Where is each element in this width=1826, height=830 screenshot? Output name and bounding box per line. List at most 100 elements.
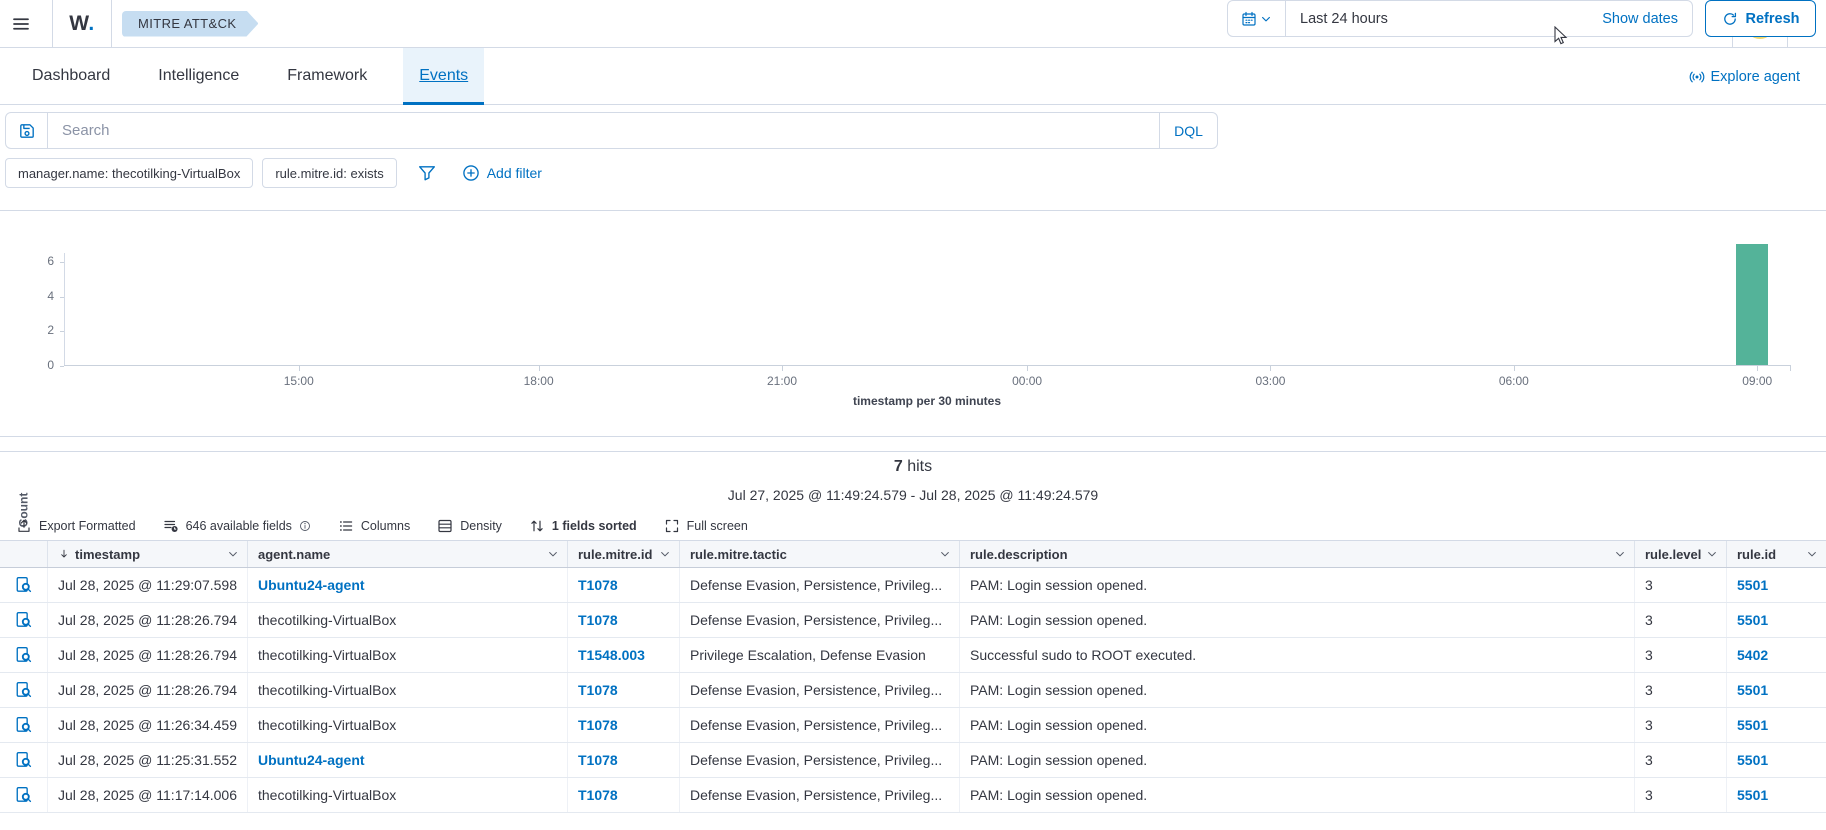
save-query-button[interactable]	[6, 113, 48, 148]
column-actions-button[interactable]	[659, 548, 671, 560]
chevron-down-icon	[1806, 548, 1818, 560]
broadcast-icon	[1689, 69, 1705, 85]
mitre-id-link[interactable]: T1078	[578, 717, 618, 733]
histogram-bar[interactable]	[1736, 244, 1767, 365]
tab-label: Dashboard	[32, 67, 110, 85]
column-actions-button[interactable]	[939, 548, 951, 560]
mitre-id-link[interactable]: T1078	[578, 577, 618, 593]
date-quick-select-button[interactable]	[1228, 1, 1286, 36]
tab-events[interactable]: Events	[403, 48, 484, 104]
x-tick-label: 03:00	[1255, 374, 1285, 388]
y-tick-mark	[60, 366, 64, 367]
tab-label: Framework	[287, 67, 367, 85]
column-header-mitre_id[interactable]: rule.mitre.id	[568, 541, 680, 567]
table-header-row: timestamp agent.name rule.mitre.idrule.mit…	[0, 540, 1826, 568]
inspect-document-button[interactable]	[15, 786, 33, 804]
column-label: agent.name	[258, 547, 330, 562]
y-tick-mark	[60, 331, 64, 332]
wazuh-logo[interactable]: W.	[53, 12, 111, 36]
inspect-icon	[15, 576, 33, 594]
fullscreen-toolbar-button[interactable]: Full screen	[664, 518, 748, 534]
rule-id-link[interactable]: 5501	[1737, 752, 1768, 768]
column-header-tactic[interactable]: rule.mitre.tactic	[680, 541, 960, 567]
cell-rule-id: 5501	[1727, 603, 1826, 637]
rule-id-link[interactable]: 5501	[1737, 612, 1768, 628]
table-row: Jul 28, 2025 @ 11:28:26.794thecotilking-…	[0, 603, 1826, 638]
column-header-description[interactable]: rule.description	[960, 541, 1635, 567]
x-tick-mark	[1757, 366, 1758, 371]
columns-toolbar-button[interactable]: Columns	[338, 518, 410, 534]
divider	[111, 0, 112, 48]
filter-options-button[interactable]	[418, 164, 436, 182]
hamburger-icon	[12, 15, 30, 33]
agent-link[interactable]: Ubuntu24-agent	[258, 577, 365, 593]
info-button[interactable]	[299, 520, 311, 532]
toolbar-label: Density	[460, 519, 502, 533]
mitre-id-link[interactable]: T1078	[578, 787, 618, 803]
panel-divider	[0, 451, 1826, 452]
tab-framework[interactable]: Framework	[271, 48, 383, 104]
cell-rule-level: 3	[1635, 743, 1727, 777]
toolbar-label: 646 available fields	[186, 519, 292, 533]
inspect-document-button[interactable]	[15, 751, 33, 769]
mitre-id-link[interactable]: T1078	[578, 612, 618, 628]
cell-mitre-tactic: Defense Evasion, Persistence, Privileg..…	[680, 568, 960, 602]
wazuh-mitre-attack-page: W. MITRE ATT&CK a DashboardIntelligenceF…	[0, 0, 1826, 830]
time-range-label[interactable]: Last 24 hours	[1286, 11, 1402, 27]
rule-id-link[interactable]: 5402	[1737, 647, 1768, 663]
column-actions-button[interactable]	[227, 548, 239, 560]
column-actions-button[interactable]	[547, 548, 559, 560]
cell-agent-name: thecotilking-VirtualBox	[248, 708, 568, 742]
inspect-document-button[interactable]	[15, 716, 33, 734]
rule-id-link[interactable]: 5501	[1737, 682, 1768, 698]
inspect-document-button[interactable]	[15, 681, 33, 699]
menu-icon[interactable]	[12, 0, 52, 48]
column-actions-button[interactable]	[1706, 548, 1718, 560]
toolbar-label: Full screen	[687, 519, 748, 533]
fields-toolbar-button[interactable]: 646 available fields	[163, 518, 311, 534]
cell-mitre-id: T1078	[568, 673, 680, 707]
filter-pill[interactable]: manager.name: thecotilking-VirtualBox	[5, 158, 253, 188]
column-header-level[interactable]: rule.level	[1635, 541, 1727, 567]
mitre-id-link[interactable]: T1548.003	[578, 647, 645, 663]
cell-mitre-tactic: Privilege Escalation, Defense Evasion	[680, 638, 960, 672]
export-toolbar-button[interactable]: Export Formatted	[16, 518, 136, 534]
column-actions-button[interactable]	[1806, 548, 1818, 560]
query-bar: DQL	[5, 112, 1821, 149]
inspect-document-button[interactable]	[15, 611, 33, 629]
refresh-button[interactable]: Refresh	[1705, 0, 1816, 37]
row-controls-cell	[0, 568, 48, 602]
rule-id-link[interactable]: 5501	[1737, 577, 1768, 593]
sort-toolbar-button[interactable]: 1 fields sorted	[529, 518, 637, 534]
column-actions-button[interactable]	[1614, 548, 1626, 560]
table-row: Jul 28, 2025 @ 11:29:07.598Ubuntu24-agen…	[0, 568, 1826, 603]
column-header-timestamp[interactable]: timestamp	[48, 541, 248, 567]
inspect-document-button[interactable]	[15, 576, 33, 594]
show-dates-button[interactable]: Show dates	[1602, 11, 1692, 27]
mitre-id-link[interactable]: T1078	[578, 682, 618, 698]
tab-dashboard[interactable]: Dashboard	[16, 48, 126, 104]
column-header-agent[interactable]: agent.name	[248, 541, 568, 567]
mitre-id-link[interactable]: T1078	[578, 752, 618, 768]
cell-rule-level: 3	[1635, 638, 1727, 672]
search-input[interactable]	[48, 122, 1159, 139]
inspect-document-button[interactable]	[15, 646, 33, 664]
cell-agent-name: thecotilking-VirtualBox	[248, 638, 568, 672]
agent-link[interactable]: Ubuntu24-agent	[258, 752, 365, 768]
query-language-button[interactable]: DQL	[1159, 113, 1217, 148]
cell-agent-name: Ubuntu24-agent	[248, 743, 568, 777]
explore-agent-button[interactable]: Explore agent	[1689, 48, 1800, 105]
rule-id-link[interactable]: 5501	[1737, 717, 1768, 733]
x-tick-mark	[299, 366, 300, 371]
add-filter-button[interactable]: Add filter	[462, 164, 542, 182]
density-toolbar-button[interactable]: Density	[437, 518, 502, 534]
tab-intelligence[interactable]: Intelligence	[142, 48, 255, 104]
rule-id-link[interactable]: 5501	[1737, 787, 1768, 803]
cell-timestamp: Jul 28, 2025 @ 11:26:34.459	[48, 708, 248, 742]
cell-agent-name: thecotilking-VirtualBox	[248, 778, 568, 812]
chevron-down-icon	[659, 548, 671, 560]
column-header-rule_id[interactable]: rule.id	[1727, 541, 1826, 567]
filter-pill[interactable]: rule.mitre.id: exists	[262, 158, 396, 188]
row-controls-cell	[0, 778, 48, 812]
search-box: DQL	[5, 112, 1218, 149]
